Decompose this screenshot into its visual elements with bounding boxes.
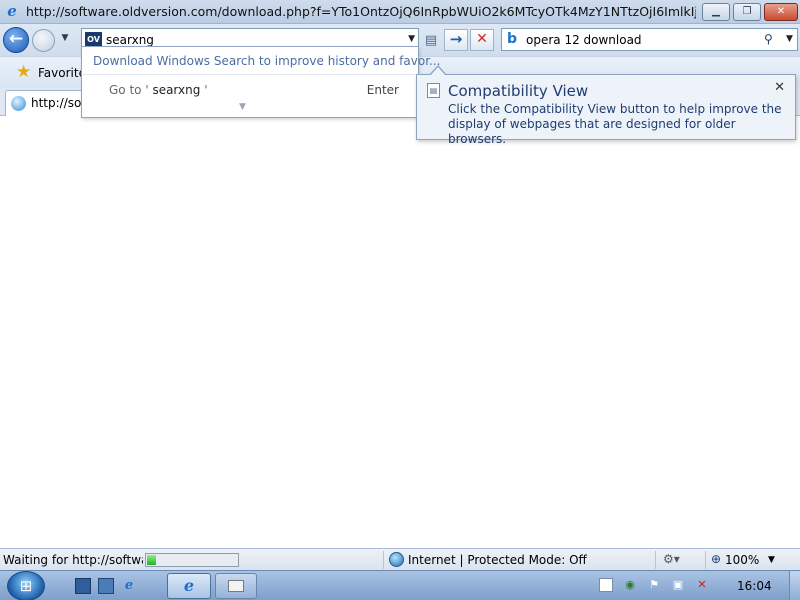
popup-pointer-inner (430, 67, 446, 76)
forward-button[interactable] (32, 29, 55, 52)
enter-hint: Enter (366, 83, 399, 97)
zoom-level[interactable]: 100% (725, 553, 759, 567)
divider (83, 74, 417, 75)
status-separator (655, 551, 656, 569)
site-favicon: OV (85, 32, 102, 47)
stop-icon: ✕ (476, 31, 488, 47)
minimize-button[interactable]: ▁ (702, 3, 730, 21)
tray-security-icon[interactable]: ◉ (623, 578, 637, 592)
compatibility-view-icon: ▤ (427, 83, 440, 98)
zoom-icon[interactable]: ⊕ (711, 552, 721, 566)
show-desktop-button[interactable] (789, 571, 800, 600)
show-desktop-icon[interactable] (75, 578, 91, 594)
search-input[interactable] (526, 31, 746, 49)
status-text: Waiting for http://software.oldversion.c… (3, 553, 143, 567)
progress-bar (145, 553, 239, 567)
popup-blocker-icon[interactable]: ⚙▾ (663, 552, 680, 566)
security-zone-text[interactable]: Internet | Protected Mode: Off (408, 553, 587, 567)
back-arrow-icon: ← (8, 29, 24, 49)
status-bar: Waiting for http://software.oldversion.c… (0, 548, 800, 570)
maximize-button[interactable]: ❐ (733, 3, 761, 21)
title-bar: e http://software.oldversion.com/downloa… (0, 0, 800, 24)
close-button[interactable]: ✕ (764, 3, 798, 21)
popup-close-button[interactable]: ✕ (774, 80, 785, 95)
goto-suffix: ' (204, 83, 208, 97)
window-title: http://software.oldversion.com/download.… (26, 4, 696, 19)
taskbar-clock[interactable]: 16:04 (737, 579, 772, 593)
search-bar[interactable]: b ⚲ ▼ (501, 28, 798, 51)
start-button[interactable]: ⊞ (7, 571, 45, 600)
tray-volume-muted-icon[interactable]: ✕ (695, 578, 709, 592)
status-separator (383, 551, 384, 569)
go-arrow-icon: → (449, 30, 463, 48)
ie-icon: e (7, 2, 17, 20)
recent-pages-dropdown[interactable]: ▼ (59, 33, 71, 45)
windows-search-link[interactable]: Download Windows Search to improve histo… (93, 54, 440, 68)
close-icon: ✕ (776, 6, 786, 17)
favorites-star-icon[interactable]: ★ (16, 63, 31, 81)
search-provider-dropdown-icon[interactable]: ▼ (786, 34, 793, 44)
minimize-icon: ▁ (712, 6, 720, 17)
taskbar-app-button[interactable] (215, 573, 257, 599)
taskbar: ⊞ e e ◉ ⚑ ▣ ✕ 16:04 (0, 570, 800, 600)
tray-action-center-icon[interactable]: ⚑ (647, 578, 661, 592)
compatibility-view-button[interactable]: ▤ (421, 31, 441, 51)
expand-dropdown-icon[interactable]: ▼ (239, 102, 246, 112)
switch-windows-icon[interactable] (98, 578, 114, 594)
stop-button[interactable]: ✕ (470, 29, 494, 51)
tray-document-icon[interactable] (599, 578, 613, 592)
address-dropdown-icon[interactable]: ▼ (408, 34, 415, 44)
app-window-icon (228, 580, 244, 592)
address-autocomplete-dropdown: Download Windows Search to improve histo… (81, 46, 440, 118)
go-button[interactable]: → (444, 29, 468, 51)
status-separator (705, 551, 706, 569)
goto-prefix: Go to ' (109, 83, 149, 97)
zoom-dropdown-icon[interactable]: ▼ (768, 555, 775, 565)
progress-fill (147, 555, 156, 565)
popup-title: Compatibility View (448, 82, 589, 100)
taskbar-ie-button[interactable]: e (167, 573, 211, 599)
internet-zone-icon (389, 552, 404, 567)
bing-icon: b (507, 31, 518, 47)
popup-body: Click the Compatibility View button to h… (448, 102, 782, 146)
tray-network-icon[interactable]: ▣ (671, 578, 685, 592)
goto-term: searxng (148, 83, 205, 97)
windows-logo-icon: ⊞ (19, 577, 33, 595)
search-icon[interactable]: ⚲ (764, 32, 773, 46)
ie-quicklaunch-icon[interactable]: e (121, 578, 137, 594)
maximize-icon: ❐ (742, 6, 752, 17)
compatibility-view-popup: ▤ Compatibility View ✕ Click the Compati… (416, 65, 796, 146)
goto-suggestion[interactable]: Go to ' searxng ' (109, 83, 208, 97)
ie-page-icon (11, 96, 26, 111)
back-button[interactable]: ← (3, 27, 29, 53)
